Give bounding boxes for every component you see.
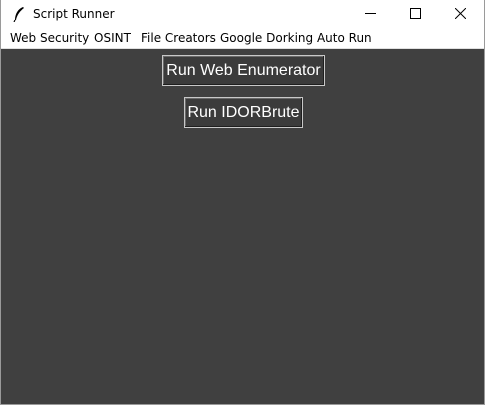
minimize-icon [365,13,376,14]
maximize-button[interactable] [393,0,438,28]
main-panel: Run Web Enumerator Run IDORBrute [1,49,484,404]
maximize-icon [410,8,421,19]
run-web-enumerator-button[interactable]: Run Web Enumerator [162,55,325,86]
minimize-button[interactable] [348,0,393,28]
menu-web-security[interactable]: Web Security [10,31,89,45]
window-title: Script Runner [33,7,115,21]
feather-icon [12,6,26,23]
menu-osint[interactable]: OSINT [94,31,131,45]
app-window: Script Runner Web Security OSINT File Cr… [0,0,485,405]
run-idorbrute-button[interactable]: Run IDORBrute [184,97,303,128]
menu-google-dorking-auto-run[interactable]: Google Dorking Auto Run [220,31,372,45]
close-button[interactable] [438,0,483,28]
title-bar[interactable]: Script Runner [1,0,484,28]
menu-bar: Web Security OSINT File Creators Google … [1,29,484,49]
menu-file-creators[interactable]: File Creators [141,31,216,45]
close-icon [455,8,466,19]
